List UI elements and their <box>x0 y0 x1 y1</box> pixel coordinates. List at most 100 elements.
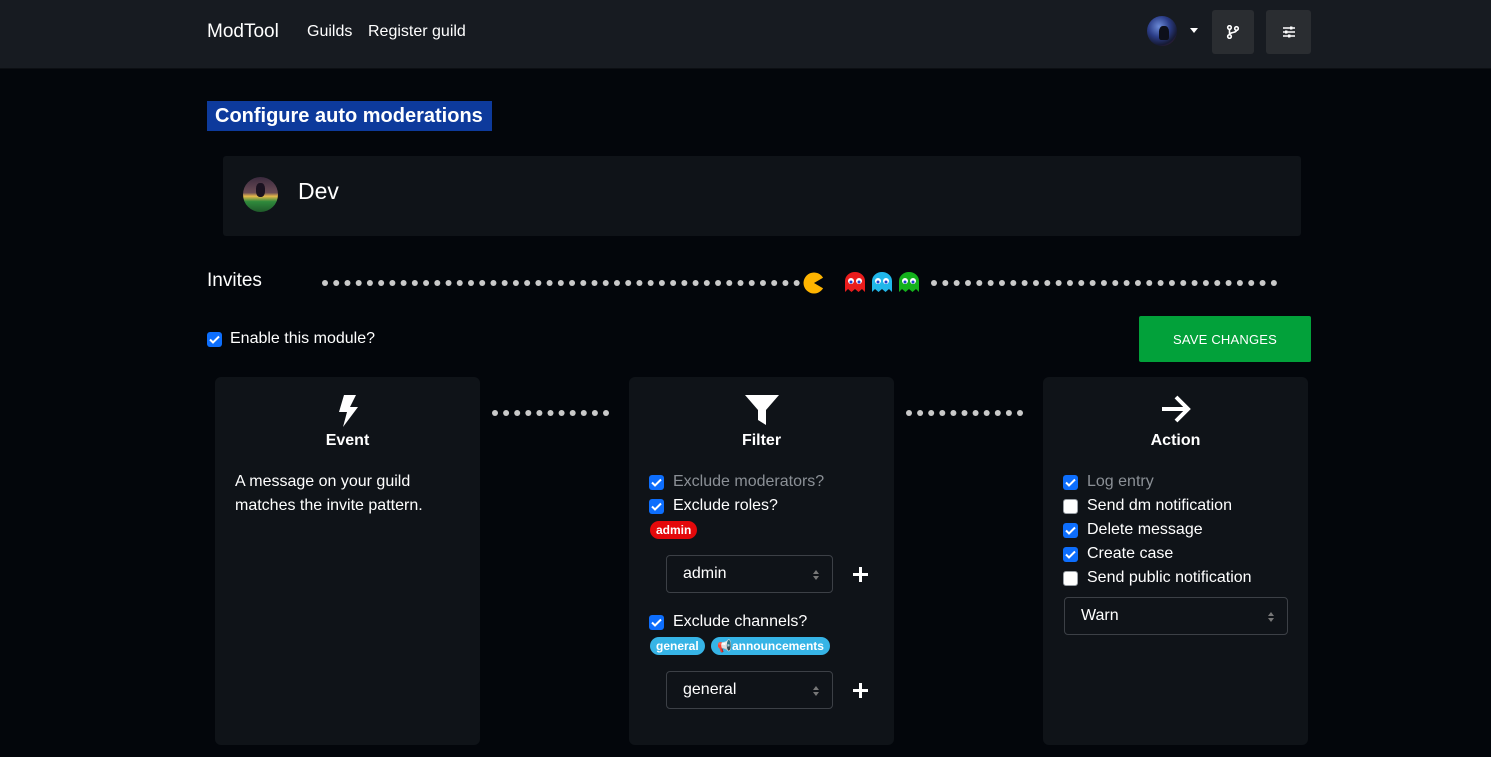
case-type-select-value: Warn <box>1081 607 1119 624</box>
case-type-select[interactable]: Warn <box>1064 597 1288 635</box>
dot <box>1214 280 1221 286</box>
plus-icon <box>852 682 868 698</box>
send-public-notification-label: Send public notification <box>1087 569 1252 586</box>
chevron-down-icon[interactable] <box>1190 28 1198 33</box>
event-description: A message on your guild matches the invi… <box>235 473 423 514</box>
check-icon <box>1065 478 1076 487</box>
send-dm-notification-option[interactable]: Send dm notification <box>1063 497 1232 515</box>
dot <box>423 280 430 286</box>
log-entry-option[interactable]: Log entry <box>1063 473 1154 491</box>
delete-message-checkbox[interactable] <box>1063 522 1078 538</box>
funnel-icon <box>744 395 779 425</box>
log-entry-label: Log entry <box>1087 473 1154 490</box>
git-branch-button[interactable] <box>1212 10 1254 54</box>
dot <box>355 280 362 286</box>
dot <box>1044 280 1051 286</box>
send-dm-notification-checkbox[interactable] <box>1063 498 1078 514</box>
dot <box>994 410 1001 416</box>
dot <box>389 280 396 286</box>
enable-module-row[interactable]: Enable this module? <box>207 330 375 348</box>
dot <box>670 280 677 286</box>
dot <box>613 280 620 286</box>
create-case-checkbox[interactable] <box>1063 546 1078 562</box>
dot <box>953 280 960 286</box>
dot <box>964 280 971 286</box>
dot <box>983 410 990 416</box>
dot <box>546 280 553 286</box>
enable-module-checkbox[interactable] <box>207 331 222 347</box>
settings-button[interactable] <box>1266 10 1311 54</box>
lightning-icon <box>338 395 358 427</box>
event-title: Event <box>325 432 370 449</box>
dot <box>536 410 543 416</box>
dot <box>557 280 564 286</box>
dot <box>445 280 452 286</box>
dot <box>987 280 994 286</box>
dot <box>1168 280 1175 286</box>
dot <box>558 410 565 416</box>
dot <box>748 280 755 286</box>
delete-message-option[interactable]: Delete message <box>1063 521 1203 539</box>
guild-card: Dev <box>223 156 1301 236</box>
role-badge-admin[interactable]: admin <box>650 521 698 539</box>
send-public-notification-option[interactable]: Send public notification <box>1063 569 1252 587</box>
dot <box>931 280 937 286</box>
guild-avatar <box>243 177 278 212</box>
dot <box>1259 280 1266 286</box>
role-select[interactable]: admin <box>666 555 833 593</box>
action-card: Action Log entry Send dm notification De… <box>1043 377 1308 745</box>
dot <box>658 280 665 286</box>
dot <box>625 280 632 286</box>
dot <box>998 280 1005 286</box>
dot <box>771 280 778 286</box>
dot <box>1123 280 1130 286</box>
dot <box>726 280 733 286</box>
dot <box>976 280 983 286</box>
create-case-label: Create case <box>1087 545 1174 562</box>
add-role-button[interactable] <box>850 564 870 584</box>
ghost-blue-icon <box>872 272 892 292</box>
filter-card: Filter Exclude moderators? Exclude roles… <box>629 377 894 745</box>
exclude-moderators-checkbox[interactable] <box>649 474 664 490</box>
dot <box>1157 280 1164 286</box>
exclude-channels-checkbox[interactable] <box>649 614 664 630</box>
dot <box>1270 280 1277 286</box>
dot <box>942 280 949 286</box>
navbar: ModTool Guilds Register guild <box>0 0 1491 69</box>
dot <box>782 280 789 286</box>
dot <box>1191 280 1198 286</box>
dot <box>333 280 340 286</box>
nav-link-guilds[interactable]: Guilds <box>307 23 352 41</box>
dot <box>456 280 463 286</box>
dot <box>344 280 351 286</box>
dot <box>647 280 654 286</box>
exclude-channels-option[interactable]: Exclude channels? <box>649 613 807 631</box>
check-icon <box>1065 550 1076 559</box>
page-title: Configure auto moderations <box>207 101 492 131</box>
dot <box>400 280 407 286</box>
dot <box>1066 280 1073 286</box>
save-changes-button[interactable]: SAVE CHANGES <box>1139 316 1311 362</box>
exclude-roles-checkbox[interactable] <box>649 498 664 514</box>
exclude-moderators-option[interactable]: Exclude moderators? <box>649 473 824 491</box>
user-avatar[interactable] <box>1147 16 1177 46</box>
dot <box>703 280 710 286</box>
channel-badge-announcements[interactable]: 📢announcements <box>711 637 830 655</box>
pacman-icon <box>803 272 826 294</box>
dot <box>1236 280 1243 286</box>
channel-badge-general[interactable]: general <box>650 637 705 655</box>
log-entry-checkbox[interactable] <box>1063 474 1078 490</box>
dot <box>737 280 744 286</box>
dot <box>972 410 979 416</box>
channel-select[interactable]: general <box>666 671 833 709</box>
channel-select-value: general <box>683 681 737 698</box>
create-case-option[interactable]: Create case <box>1063 545 1173 563</box>
nav-link-register-guild[interactable]: Register guild <box>368 23 466 41</box>
send-public-notification-checkbox[interactable] <box>1063 570 1078 586</box>
brand-link[interactable]: ModTool <box>207 21 279 43</box>
add-channel-button[interactable] <box>850 680 870 700</box>
exclude-roles-option[interactable]: Exclude roles? <box>649 497 778 515</box>
dot <box>1005 410 1012 416</box>
dots-connector-right <box>906 410 1023 416</box>
dot <box>1225 280 1232 286</box>
